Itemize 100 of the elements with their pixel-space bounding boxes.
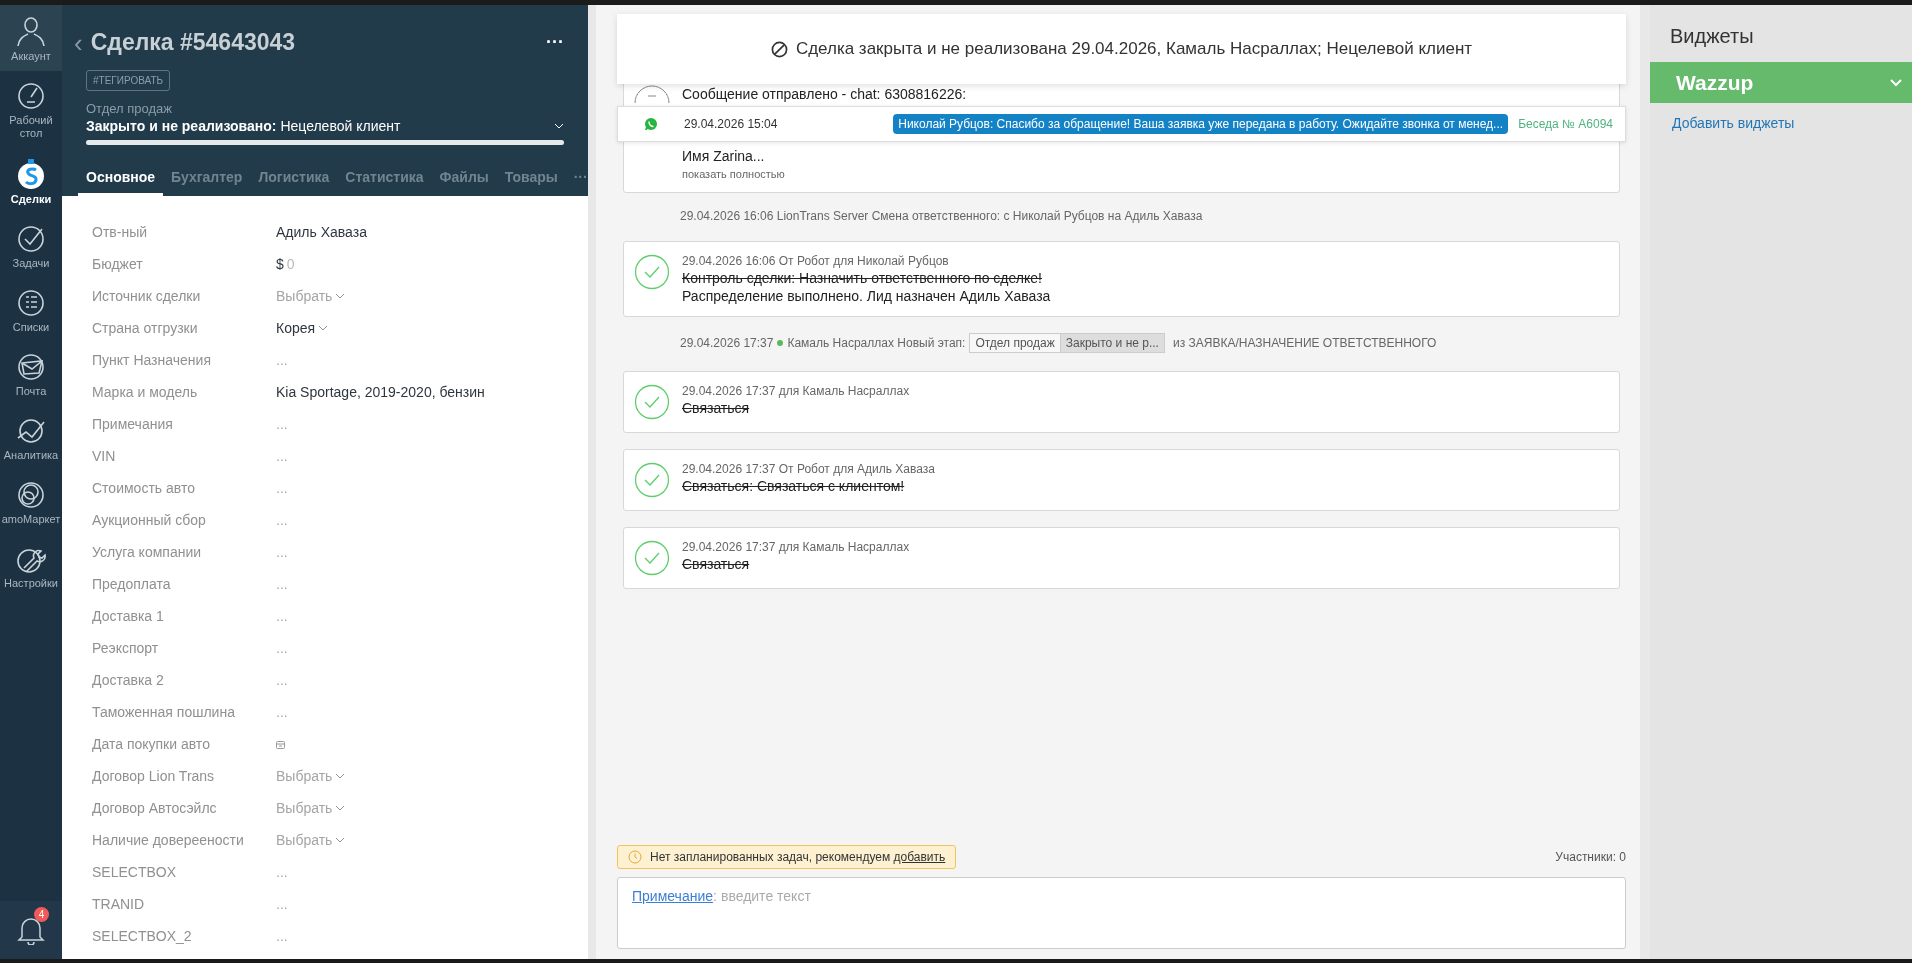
clock-icon xyxy=(628,850,642,864)
notification-badge: 4 xyxy=(34,907,49,922)
field-value[interactable]: ... xyxy=(276,888,588,920)
list-icon xyxy=(16,288,46,318)
field-label: Таможенная пошлина xyxy=(92,703,236,722)
pipeline-name: Отдел продаж xyxy=(86,101,173,116)
field-label: Предоплата xyxy=(92,575,172,594)
field-value[interactable]: Kia Sportage, 2019-2020, бензин xyxy=(276,376,588,408)
envelope-icon xyxy=(16,352,46,382)
widget-header[interactable]: Wazzup xyxy=(1650,62,1912,103)
field-value[interactable]: Адиль Хаваза xyxy=(276,216,588,248)
add-widgets-link[interactable]: Добавить виджеты xyxy=(1672,115,1912,131)
field-value[interactable]: ... xyxy=(276,856,588,888)
caret-icon xyxy=(554,123,564,129)
line-chart-icon xyxy=(16,416,46,446)
field-select[interactable]: Выбрать xyxy=(276,760,588,792)
field-label: Пункт Назначения xyxy=(92,351,212,370)
nav-item[interactable]: Настройки xyxy=(0,534,62,598)
field-select[interactable]: Выбрать xyxy=(276,792,588,824)
task-text: Распределение выполнено. Лид назначен Адиль Хаваза xyxy=(682,288,1051,304)
field-value[interactable]: ... xyxy=(276,696,588,728)
chat-time: 29.04.2026 15:04 xyxy=(684,117,778,131)
tab[interactable]: Основное xyxy=(78,163,164,196)
pipeline-tag: Отдел продаж xyxy=(969,333,1061,353)
tab[interactable]: Логистика xyxy=(250,163,338,196)
field-label: Услуга компании xyxy=(92,543,203,562)
field-value[interactable]: ... xyxy=(276,536,588,568)
field-label: SELECTBOX xyxy=(92,863,178,882)
field-label: Бюджет xyxy=(92,255,144,274)
calendar-icon[interactable] xyxy=(276,739,285,749)
field-value[interactable]: ... xyxy=(276,440,588,472)
caret-icon xyxy=(335,293,346,299)
field-label: Страна отгрузки xyxy=(92,319,199,338)
check-circle-icon xyxy=(634,384,670,420)
circles-icon xyxy=(16,480,46,510)
field-value[interactable]: ... xyxy=(276,472,588,504)
nav-item[interactable]: Задачи xyxy=(0,214,62,278)
check-circle-icon xyxy=(634,540,670,576)
field-label: Примечания xyxy=(92,415,174,434)
field-label: Отв-ный xyxy=(92,223,148,242)
tab[interactable]: Товары xyxy=(496,163,566,196)
back-button[interactable]: ‹ xyxy=(74,32,83,53)
caret-icon xyxy=(335,773,346,779)
task-text: Связаться xyxy=(682,400,751,416)
online-dot-icon xyxy=(777,340,784,346)
task-text: Связаться xyxy=(682,556,751,572)
event-detail: из ЗАЯВКА/НАЗНАЧЕНИЕ ОТВЕТСТВЕННОГО xyxy=(1172,336,1437,350)
task-meta: 29.04.2026 17:37 для Камаль Насраллах xyxy=(682,540,910,554)
field-value[interactable]: ... xyxy=(276,920,588,952)
task-meta: 29.04.2026 16:06 От Робот для Николай Рубцов xyxy=(682,254,950,268)
nav-item[interactable]: Рабочий стол xyxy=(0,71,62,148)
field-label: VIN xyxy=(92,447,117,466)
system-event: 29.04.2026 16:06 LionTrans Server Смена ответственного: с Николай Рубцов на Адиль Хаваза xyxy=(679,209,1204,225)
message-icon xyxy=(634,84,670,104)
caret-icon xyxy=(318,325,329,331)
more-button[interactable]: ··· xyxy=(546,32,564,53)
event-author: Камаль Насраллах Новый этап: xyxy=(787,336,966,350)
notifications-button[interactable]: 4 xyxy=(0,901,62,959)
nav-item[interactable]: Списки xyxy=(0,278,62,342)
field-value[interactable]: $ 0 xyxy=(276,248,588,280)
task-meta: 29.04.2026 17:37 От Робот для Адиль Хаваза xyxy=(682,462,935,476)
field-value[interactable]: ... xyxy=(276,408,588,440)
field-select[interactable]: Выбрать xyxy=(276,280,588,312)
field-value[interactable]: ... xyxy=(276,344,588,376)
field-value[interactable]: ... xyxy=(276,504,588,536)
field-label: Договор Lion Trans xyxy=(92,767,216,786)
check-circle-icon xyxy=(634,462,670,498)
field-value[interactable]: ... xyxy=(276,664,588,696)
nav-item[interactable]: Почта xyxy=(0,342,62,406)
more-tabs-button[interactable]: ··· xyxy=(565,163,588,196)
banner-text: Сделка закрыта и не реализована 29.04.2026, Камаль Насраллах; Нецелевой клиент xyxy=(795,39,1473,59)
tab[interactable]: Бухгалтер xyxy=(163,163,251,196)
add-task-link[interactable]: добавить xyxy=(893,850,946,864)
conversation-link[interactable]: Беседа № А6094 xyxy=(1518,117,1613,131)
speedometer-icon xyxy=(16,81,46,111)
field-select[interactable]: Выбрать xyxy=(276,824,588,856)
field-label: Дата покупки авто xyxy=(92,735,211,754)
show-more-link[interactable]: показать полностью xyxy=(682,168,967,180)
check-circle-icon xyxy=(16,224,46,254)
field-value[interactable]: ... xyxy=(276,632,588,664)
task-text: Связаться: Связаться с клиентом! xyxy=(682,478,906,494)
field-label: Реэкспорт xyxy=(92,639,160,658)
deal-title: Сделка #54643043 xyxy=(90,29,297,56)
tab[interactable]: Файлы xyxy=(431,163,497,196)
chat-message[interactable]: Николай Рубцов: Спасибо за обращение! Ваша заявка уже передана в работу. Ожидайте звонка от менед... xyxy=(893,114,1509,134)
nav-item[interactable]: Аналитика xyxy=(0,406,62,470)
field-value[interactable]: ... xyxy=(276,600,588,632)
field-select[interactable]: Корея xyxy=(276,312,588,344)
tab[interactable]: Статистика xyxy=(337,163,432,196)
nav-item[interactable]: Сделки xyxy=(0,148,62,214)
status-select[interactable]: Закрыто и не реализовано: Нецелевой клиент xyxy=(86,118,564,134)
nav-item[interactable]: Аккаунт xyxy=(0,5,62,71)
widgets-title: Виджеты xyxy=(1670,25,1755,48)
whatsapp-icon xyxy=(644,117,658,131)
event-time: 29.04.2026 17:37 xyxy=(680,336,774,350)
nav-item[interactable]: amoМаркет xyxy=(0,470,62,534)
field-label: TRANID xyxy=(92,895,146,914)
field-value[interactable]: ... xyxy=(276,568,588,600)
field-label: Доставка 2 xyxy=(92,671,165,690)
tag-button[interactable]: #ТЕГИРОВАТЬ xyxy=(86,70,171,91)
